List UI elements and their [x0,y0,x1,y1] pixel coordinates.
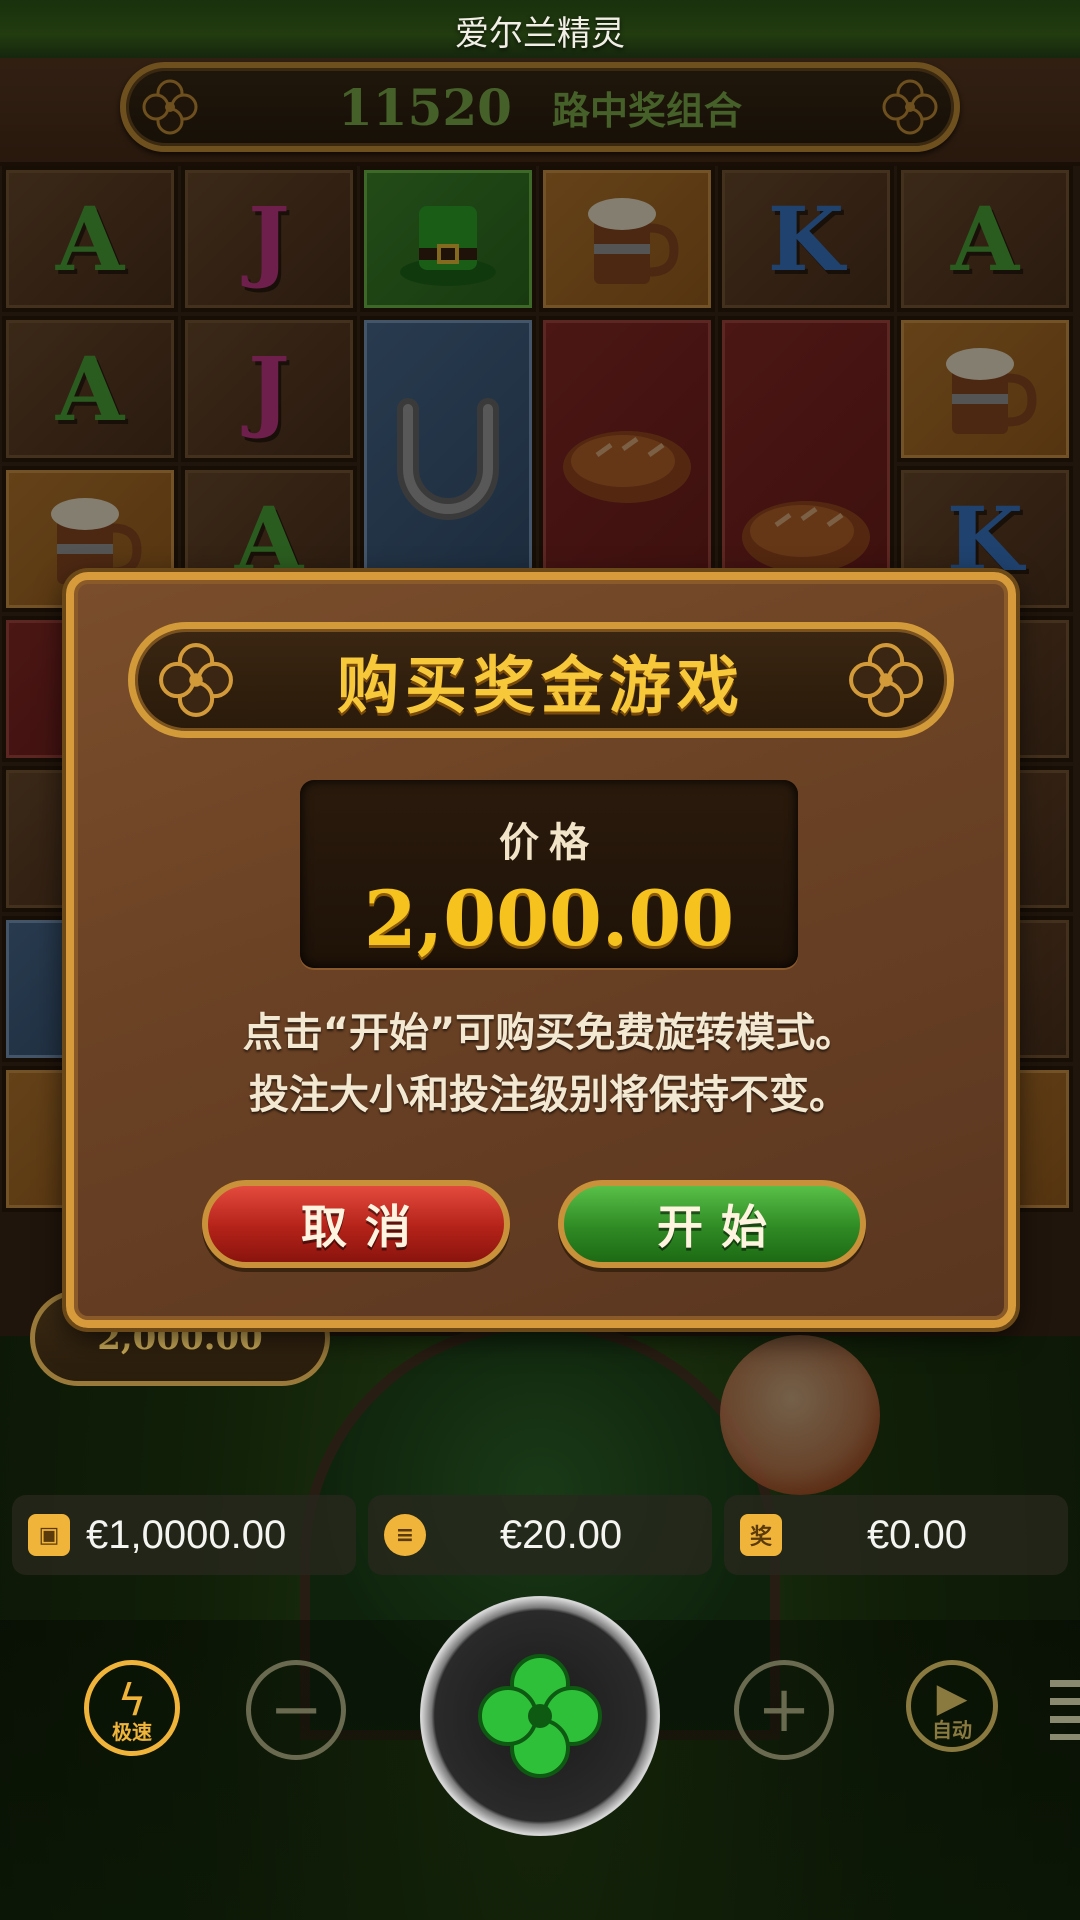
autoplay-button[interactable]: ▶ 自动 [906,1660,998,1752]
dialog-title: 购买奖金游戏 [336,649,745,722]
spin-button[interactable] [420,1596,660,1836]
price-label: 价格 [499,820,599,866]
balance-row: ▣ €1,0000.00 ≡ €20.00 奖 €0.00 [12,1495,1068,1575]
bet-amount-value: €20.00 [499,1512,623,1557]
price-value: 2,000.00 [363,874,735,963]
wallet-balance-value: €1,0000.00 [86,1512,287,1557]
win-amount: 奖 €0.00 [724,1495,1068,1575]
bet-amount[interactable]: ≡ €20.00 [368,1495,712,1575]
turbo-label: 极速 [112,1720,152,1744]
app-title: 爱尔兰精灵 [455,14,625,54]
menu-icon[interactable] [1050,1680,1080,1740]
coins-icon: ≡ [384,1514,426,1556]
dialog-title-plaque: 购买奖金游戏 [128,622,954,738]
four-leaf-clover-icon [478,1654,602,1778]
clover-right-icon [843,637,929,723]
description-line-1: 点击“开始”可购买免费旋转模式。 [242,1010,856,1056]
buy-bonus-dialog: 购买奖金游戏 价格 2,000.00 点击“开始”可购买免费旋转模式。 投注大小… [66,572,1016,1328]
minus-icon: − [269,1673,323,1747]
win-amount-value: €0.00 [866,1512,968,1557]
plus-icon: + [757,1673,811,1747]
wallet-balance[interactable]: ▣ €1,0000.00 [12,1495,356,1575]
autoplay-label: 自动 [932,1718,972,1742]
game-screen: 爱尔兰精灵 11520 路中奖组合 A J K A A J A K 2,000.… [0,0,1080,1920]
control-bar: ϟ 极速 − + ▶ 自动 [0,1596,1080,1920]
decrease-bet-button[interactable]: − [246,1660,346,1760]
dialog-description: 点击“开始”可购买免费旋转模式。 投注大小和投注级别将保持不变。 [114,1002,984,1126]
increase-bet-button[interactable]: + [734,1660,834,1760]
start-button[interactable]: 开始 [558,1180,866,1268]
prize-icon: 奖 [740,1514,782,1556]
clover-left-icon [153,637,239,723]
wallet-icon: ▣ [28,1514,70,1556]
turbo-button[interactable]: ϟ 极速 [84,1660,180,1756]
description-line-2: 投注大小和投注级别将保持不变。 [249,1072,849,1118]
price-box: 价格 2,000.00 [300,780,798,968]
cancel-button[interactable]: 取消 [202,1180,510,1268]
